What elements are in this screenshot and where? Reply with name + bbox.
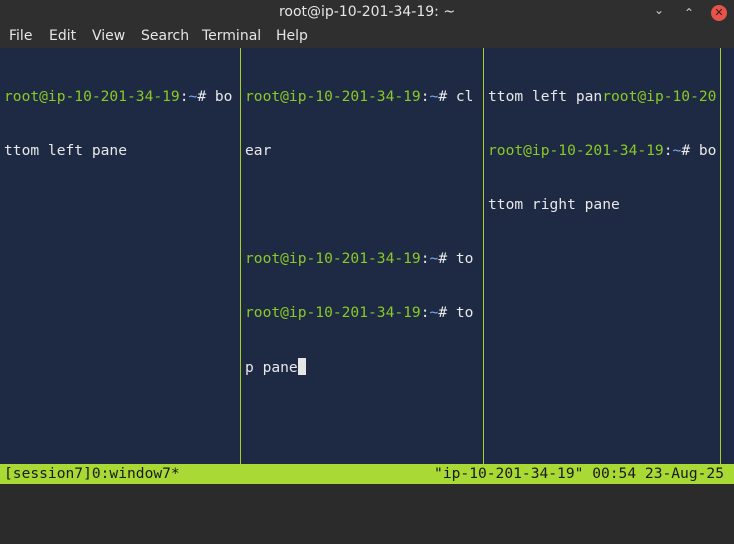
- prompt-path: ~: [429, 88, 439, 105]
- pane-divider[interactable]: [483, 48, 484, 464]
- menu-terminal[interactable]: Terminal: [202, 28, 261, 44]
- prompt-separator: :: [179, 88, 189, 105]
- terminal-line: root@ip-10-201-34-19:~# to: [245, 250, 481, 268]
- output-text: ttom left pan: [488, 88, 603, 105]
- prompt-host: root@ip-10-20: [602, 88, 717, 105]
- command-text: # to: [438, 250, 474, 267]
- terminal-line: root@ip-10-201-34-19:~# bo: [488, 142, 724, 160]
- prompt-path: ~: [188, 88, 198, 105]
- output-text: ttom left pane: [4, 142, 128, 159]
- prompt-path: ~: [429, 304, 439, 321]
- prompt-path: ~: [672, 142, 682, 159]
- prompt-host: root@ip-10-201-34-19: [245, 88, 421, 105]
- prompt-path: ~: [429, 250, 439, 267]
- terminal-area[interactable]: root@ip-10-201-34-19:~# bo ttom left pan…: [0, 48, 734, 464]
- command-text: # cl: [438, 88, 474, 105]
- terminal-line: ttom left panroot@ip-10-20: [488, 88, 724, 106]
- maximize-icon[interactable]: ⌃: [682, 6, 696, 20]
- terminal-line: root@ip-10-201-34-19:~# bo: [4, 88, 238, 106]
- pane-left[interactable]: root@ip-10-201-34-19:~# bo ttom left pan…: [4, 48, 238, 464]
- prompt-separator: :: [663, 142, 673, 159]
- output-text: ttom right pane: [488, 196, 620, 213]
- output-text: p pane: [245, 359, 298, 376]
- prompt-separator: :: [420, 88, 430, 105]
- terminal-line: ear: [245, 142, 481, 160]
- prompt-host: root@ip-10-201-34-19: [488, 142, 664, 159]
- pane-divider[interactable]: [720, 48, 721, 464]
- minimize-icon[interactable]: ⌄: [652, 3, 666, 17]
- prompt-separator: :: [420, 304, 430, 321]
- close-icon[interactable]: ✕: [711, 5, 727, 21]
- command-text: # to: [438, 304, 474, 321]
- command-text: # bo: [681, 142, 717, 159]
- window-title: root@ip-10-201-34-19: ~: [278, 4, 456, 20]
- output-text: ear: [245, 142, 272, 159]
- prompt-separator: :: [420, 250, 430, 267]
- status-host-time: "ip-10-201-34-19" 00:54 23-Aug-25: [434, 465, 724, 482]
- menu-bar: File Edit View Search Terminal Help: [0, 26, 734, 48]
- terminal-line: root@ip-10-201-34-19:~# to: [245, 304, 481, 322]
- terminal-line: ttom right pane: [488, 196, 724, 214]
- prompt-host: root@ip-10-201-34-19: [245, 250, 421, 267]
- pane-divider[interactable]: [240, 48, 241, 464]
- title-bar[interactable]: root@ip-10-201-34-19: ~ ⌄ ⌃ ✕: [0, 0, 734, 26]
- prompt-host: root@ip-10-201-34-19: [4, 88, 180, 105]
- pane-right[interactable]: ttom left panroot@ip-10-20 root@ip-10-20…: [488, 48, 724, 464]
- pane-middle[interactable]: root@ip-10-201-34-19:~# cl ear root@ip-1…: [245, 48, 481, 464]
- status-session[interactable]: [session7]0:window7*: [4, 464, 180, 484]
- terminal-line: p pane: [245, 358, 481, 376]
- text-cursor: [297, 358, 306, 375]
- menu-file[interactable]: File: [9, 28, 32, 44]
- terminal-line: root@ip-10-201-34-19:~# cl: [245, 88, 481, 106]
- terminal-line: ttom left pane: [4, 142, 238, 160]
- menu-help[interactable]: Help: [276, 28, 308, 44]
- menu-view[interactable]: View: [92, 28, 125, 44]
- command-text: # bo: [197, 88, 233, 105]
- prompt-host: root@ip-10-201-34-19: [245, 304, 421, 321]
- terminal-window: root@ip-10-201-34-19: ~ ⌄ ⌃ ✕ File Edit …: [0, 0, 734, 484]
- menu-edit[interactable]: Edit: [49, 28, 76, 44]
- tmux-status-bar: [session7]0:window7* "ip-10-201-34-19" 0…: [0, 464, 734, 484]
- menu-search[interactable]: Search: [141, 28, 189, 44]
